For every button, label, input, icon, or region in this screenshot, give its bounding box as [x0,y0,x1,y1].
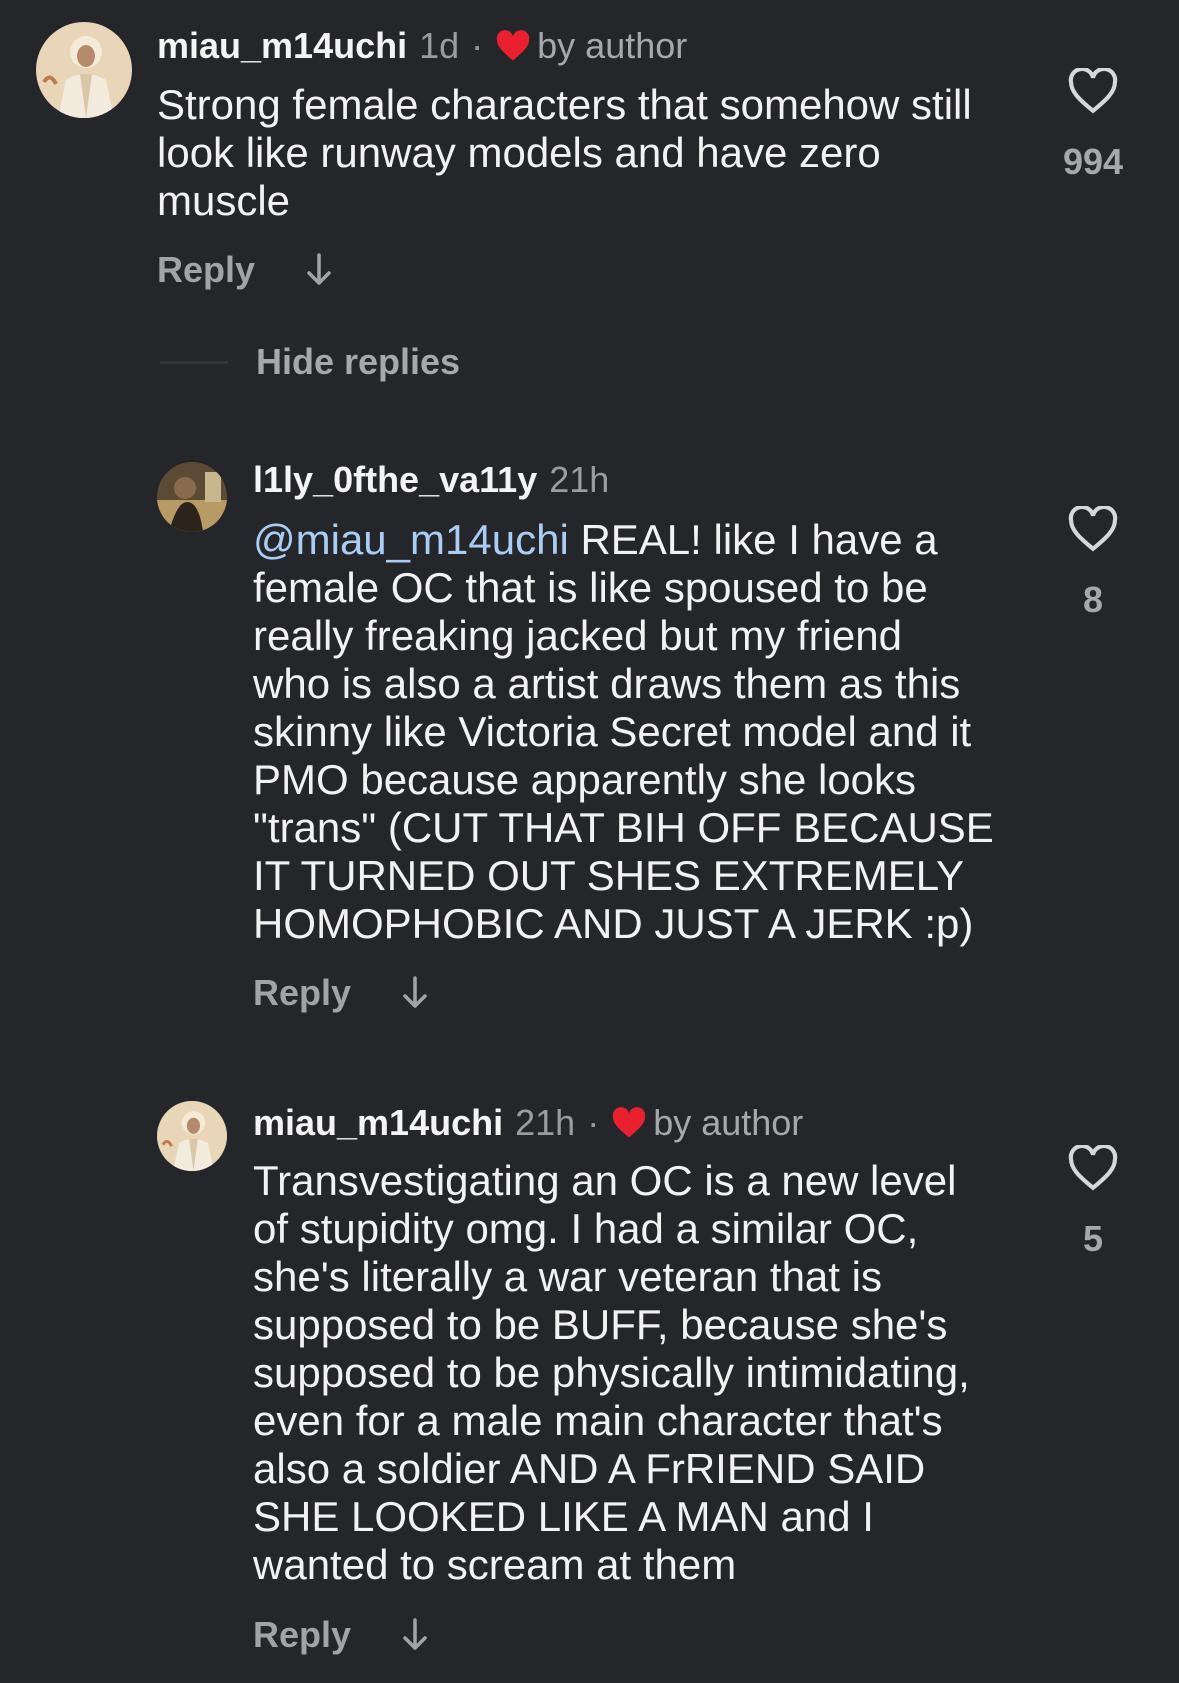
divider [160,360,228,364]
like-count: 5 [1082,1218,1104,1259]
comment-header: miau_m14uchi 1d · by author [157,24,687,68]
reply-row: Reply [157,248,333,292]
avatar-illustration-icon [36,22,132,118]
username[interactable]: l1ly_0fthe_va11y [253,459,537,501]
comment-header: miau_m14uchi 21h · by author [253,1101,803,1145]
avatar[interactable] [36,22,132,118]
comment-body: Strong female characters that somehow st… [157,81,972,225]
comment-text-line: really freaking jacked but my friend [253,612,902,659]
comment-text-line: SHE LOOKED LIKE A MAN and I [253,1493,874,1540]
separator-dot: · [471,25,484,66]
comment-text-line: "trans" (CUT THAT BIH OFF BECAUSE [253,804,994,851]
like-count: 8 [1082,579,1104,620]
down-arrow-icon[interactable] [401,1617,429,1653]
avatar-photo-icon [157,462,227,532]
timestamp: 1d [419,25,460,66]
like-heart-icon[interactable] [1068,1143,1118,1195]
comment-text-line: @miau_m14uchi REAL! like I have a [253,516,994,564]
like-group: 994 [1028,66,1158,183]
comment-text-line: Transvestigating an OC is a new level [253,1157,957,1204]
like-group: 8 [1028,504,1158,621]
liked-by-author-heart-icon [611,1107,647,1139]
comment-text-line: wanted to scream at them [253,1541,737,1588]
comment-text-line: supposed to be physically intimidating, [253,1349,970,1396]
comment-body: Transvestigating an OC is a new level of… [253,1157,970,1589]
down-arrow-icon[interactable] [401,975,429,1011]
liked-by-author-heart-icon [495,30,531,62]
comment-text-line: PMO because apparently she looks [253,756,917,803]
comment-header: l1ly_0fthe_va11y 21h [253,458,609,502]
comment-text-line: of stupidity omg. I had a similar OC, [253,1205,919,1252]
comment-text-line: female OC that is like spoused to be [253,564,928,611]
comment-text-line: supposed to be BUFF, because she's [253,1301,948,1348]
like-heart-icon[interactable] [1068,504,1118,556]
down-arrow-icon[interactable] [305,252,333,288]
like-heart-icon[interactable] [1068,66,1118,118]
comment-text-line: look like runway models and have zero [157,129,881,176]
like-group: 5 [1028,1143,1158,1260]
avatar-illustration-icon [157,1101,227,1171]
comment-text: REAL! like I have a [568,516,938,563]
reply-button[interactable]: Reply [157,249,255,291]
username[interactable]: miau_m14uchi [157,25,407,67]
comment-text-line: who is also a artist draws them as this [253,660,961,707]
timestamp: 21h [549,459,610,500]
comment-body: @miau_m14uchi REAL! like I have a female… [253,516,994,948]
by-author-label: by author [537,25,688,66]
reply-row: Reply [253,971,429,1015]
comment-text-line: skinny like Victoria Secret model and it [253,708,972,755]
timestamp: 21h [515,1102,576,1143]
reply-button[interactable]: Reply [253,972,351,1014]
comment-text-line: HOMOPHOBIC AND JUST A JERK :p) [253,900,974,947]
comment-text-line: Strong female characters that somehow st… [157,81,972,128]
separator-dot: · [587,1102,600,1143]
hide-replies-row: Hide replies [160,340,460,384]
comment-text-line: even for a male main character that's [253,1397,943,1444]
comment-text-line: muscle [157,177,291,224]
reply-button[interactable]: Reply [253,1614,351,1656]
reply-row: Reply [253,1613,429,1657]
comment-text-line: IT TURNED OUT SHES EXTREMELY [253,852,965,899]
comment-text-line: also a soldier AND A FrRIEND SAID [253,1445,926,1492]
hide-replies-button[interactable]: Hide replies [256,341,460,383]
avatar[interactable] [157,462,227,532]
like-count: 994 [1062,141,1124,182]
by-author-label: by author [653,1102,804,1143]
username[interactable]: miau_m14uchi [253,1102,503,1144]
avatar[interactable] [157,1101,227,1171]
comment-text-line: she's literally a war veteran that is [253,1253,882,1300]
user-mention[interactable]: @miau_m14uchi [253,516,569,563]
